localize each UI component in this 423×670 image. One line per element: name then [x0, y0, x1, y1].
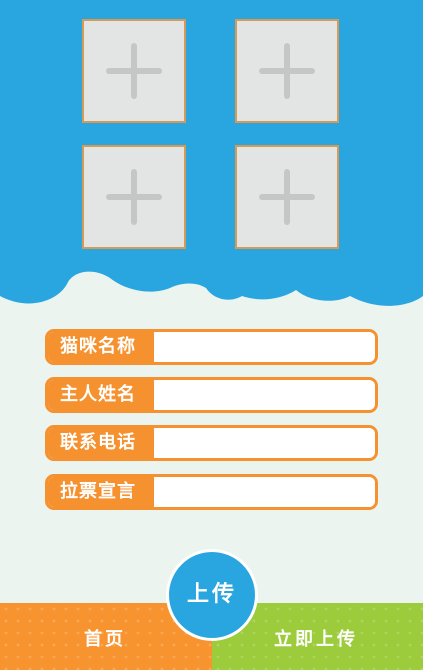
- upload-button[interactable]: 上传: [166, 549, 258, 641]
- plus-icon: [259, 169, 315, 225]
- phone-label: 联系电话: [48, 428, 154, 458]
- photo-upload-slot-2[interactable]: [235, 19, 339, 123]
- home-nav-label: 首页: [84, 629, 126, 650]
- plus-icon: [106, 43, 162, 99]
- vote-slogan-label: 拉票宣言: [48, 477, 154, 507]
- cat-name-input[interactable]: [154, 332, 375, 362]
- owner-name-row: 主人姓名: [45, 377, 378, 413]
- owner-name-input[interactable]: [154, 380, 375, 410]
- phone-input[interactable]: [154, 428, 375, 458]
- plus-icon: [259, 43, 315, 99]
- photo-upload-slot-3[interactable]: [82, 145, 186, 249]
- phone-row: 联系电话: [45, 425, 378, 461]
- cat-name-row: 猫咪名称: [45, 329, 378, 365]
- owner-name-label: 主人姓名: [48, 380, 154, 410]
- vote-slogan-row: 拉票宣言: [45, 474, 378, 510]
- photo-upload-slot-1[interactable]: [82, 19, 186, 123]
- plus-icon: [106, 169, 162, 225]
- photo-upload-slot-4[interactable]: [235, 145, 339, 249]
- upload-now-nav-label: 立即上传: [274, 629, 358, 650]
- header-cloud-background: [0, 0, 423, 306]
- cat-name-label: 猫咪名称: [48, 332, 154, 362]
- vote-slogan-input[interactable]: [154, 477, 375, 507]
